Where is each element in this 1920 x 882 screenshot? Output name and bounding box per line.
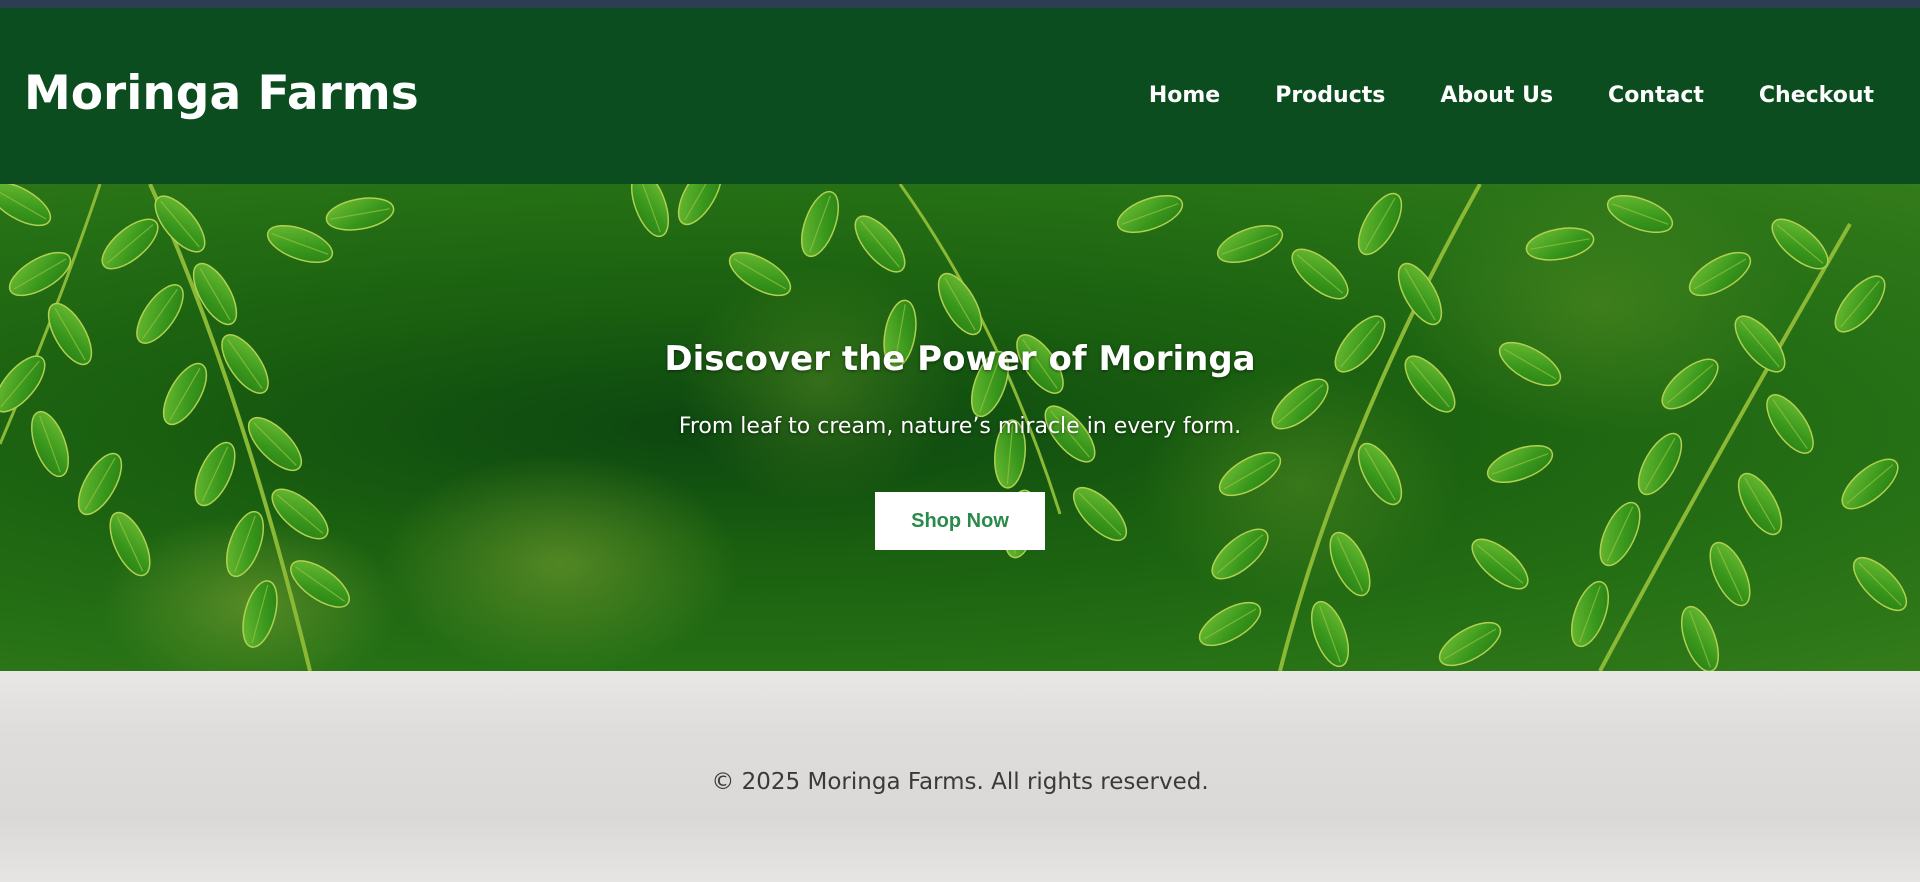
nav-about-us[interactable]: About Us [1440, 85, 1553, 107]
shop-now-button[interactable]: Shop Now [875, 492, 1045, 550]
nav-home[interactable]: Home [1149, 85, 1220, 107]
main-nav: Home Products About Us Contact Checkout [1149, 85, 1874, 107]
nav-contact[interactable]: Contact [1608, 85, 1704, 107]
hero-title: Discover the Power of Moringa [664, 339, 1256, 379]
brand-logo-text[interactable]: Moringa Farms [24, 70, 419, 117]
window-top-strip [0, 0, 1920, 8]
nav-products[interactable]: Products [1275, 85, 1385, 107]
hero-banner: Discover the Power of Moringa From leaf … [0, 184, 1920, 671]
nav-checkout[interactable]: Checkout [1759, 85, 1874, 107]
site-footer: © 2025 Moringa Farms. All rights reserve… [0, 671, 1920, 882]
hero-subtitle: From leaf to cream, nature’s miracle in … [678, 414, 1242, 439]
site-header: Moringa Farms Home Products About Us Con… [0, 8, 1920, 184]
footer-copyright: © 2025 Moringa Farms. All rights reserve… [711, 769, 1209, 795]
